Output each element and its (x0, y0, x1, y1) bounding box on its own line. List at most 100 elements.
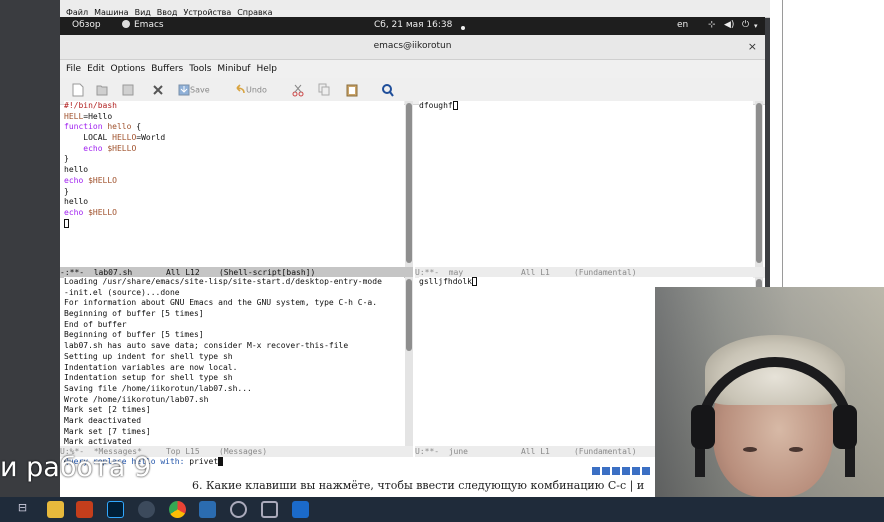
window-titlebar[interactable]: emacs@iikorotun × (60, 35, 765, 60)
code-token: =Hello (83, 111, 113, 121)
cut-icon[interactable] (292, 83, 304, 99)
may-buffer-text: dfoughf (419, 101, 453, 110)
code-line: hello (64, 165, 404, 176)
task-view-icon[interactable]: ⊟ (14, 501, 31, 518)
message-line: For information about GNU Emacs and the … (64, 298, 378, 308)
open-file-icon[interactable] (96, 83, 108, 99)
code-line: echo $HELLO (64, 208, 404, 219)
power-icon[interactable]: ⏻ (742, 20, 749, 30)
code-token: $HELLO (88, 175, 117, 185)
menu-buffers[interactable]: Buffers (151, 60, 183, 78)
volume-icon[interactable]: ◀) (724, 20, 734, 30)
menu-edit[interactable]: Edit (87, 60, 104, 78)
message-line: Beginning of buffer [5 times] (64, 330, 204, 340)
view-icon[interactable] (632, 467, 640, 475)
code-token: hello (64, 165, 89, 175)
view-icon[interactable] (592, 467, 600, 475)
clock-app-icon[interactable] (230, 501, 247, 518)
text-cursor (218, 457, 224, 466)
vm-menu-item[interactable]: Устройства (183, 8, 231, 17)
menu-help[interactable]: Help (256, 60, 277, 78)
app-menu-label: Emacs (134, 20, 164, 30)
message-line: Wrote /home/iikorotun/lab07.sh (64, 394, 209, 404)
code-token: echo (64, 207, 84, 217)
virtualbox-icon[interactable] (292, 501, 309, 518)
view-icon[interactable] (622, 467, 630, 475)
file-explorer-icon[interactable] (47, 501, 64, 518)
network-icon[interactable]: ⊹ (708, 20, 716, 30)
code-token: =World (136, 133, 166, 143)
document-question-text: 6. Какие клавиши вы нажмёте, чтобы ввест… (192, 479, 645, 492)
vm-menu-item[interactable]: Ввод (157, 8, 178, 17)
new-file-icon[interactable] (72, 83, 84, 99)
code-line: HELL=Hello (64, 112, 404, 123)
slide-title: и работа 9 (0, 452, 152, 483)
code-token: function (64, 122, 103, 132)
vm-side-area (770, 0, 884, 290)
scrollbar-lab07[interactable] (405, 101, 413, 267)
webcam-person-eye (789, 447, 803, 452)
view-icon[interactable] (602, 467, 610, 475)
close-icon[interactable]: × (748, 40, 757, 53)
activities-button[interactable]: Обзор (72, 20, 101, 30)
code-token: echo (83, 143, 103, 153)
keyboard-layout[interactable]: en (677, 20, 688, 30)
minibuffer-input[interactable]: privet (189, 457, 218, 466)
emacs-menubar: File Edit Options Buffers Tools Minibuf Help (60, 60, 765, 78)
editor-pane-may[interactable]: dfoughf (419, 101, 753, 267)
menu-file[interactable]: File (66, 60, 81, 78)
copy-icon[interactable] (318, 83, 330, 99)
code-line: echo $HELLO (64, 176, 404, 187)
vm-menu-item[interactable]: Файл (66, 8, 88, 17)
menu-options[interactable]: Options (111, 60, 146, 78)
save-buffer-icon[interactable] (122, 83, 134, 99)
message-line: Indentation variables are now local. (64, 362, 238, 372)
editor-pane-lab07[interactable]: #!/bin/bash HELL=Hello function hello { LO… (64, 101, 404, 267)
notification-dot-icon (461, 24, 465, 34)
menu-minibuf[interactable]: Minibuf (217, 60, 250, 78)
search-icon[interactable] (382, 83, 394, 99)
message-line: Saving file /home/iikorotun/lab07.sh... (64, 383, 252, 393)
scrollbar-may[interactable] (755, 101, 763, 267)
save-button[interactable]: Save (178, 83, 210, 99)
document-view-controls (592, 467, 652, 477)
gnome-top-bar: Обзор Emacs Сб, 21 мая 16:38 en ⊹ ◀) ⏻ ▾ (60, 17, 765, 35)
message-line: Mark set [2 times] (64, 405, 151, 415)
steam-icon[interactable] (199, 501, 216, 518)
message-line: Mark set [7 times] (64, 426, 151, 436)
code-line: } (64, 154, 404, 165)
app-menu-button[interactable]: Emacs (122, 20, 164, 30)
message-line: Indentation setup for shell type sh (64, 373, 233, 383)
system-menu-arrow-icon[interactable]: ▾ (754, 22, 758, 30)
chrome-icon[interactable] (169, 501, 186, 518)
vm-menu-item[interactable]: Машина (94, 8, 128, 17)
vm-side-divider (782, 0, 783, 290)
message-line: Setting up indent for shell type sh (64, 351, 233, 361)
cube-app-icon[interactable] (261, 501, 278, 518)
june-buffer-text: gslljfhdolk (419, 277, 472, 286)
vm-menubar: Файл Машина Вид Ввод Устройства Справка (60, 0, 770, 18)
powerpoint-icon[interactable] (76, 501, 93, 518)
webcam-person-eye (743, 447, 757, 452)
headphone-cup-left (691, 405, 715, 449)
vm-menu-item[interactable]: Справка (237, 8, 272, 17)
code-token: hello (64, 197, 89, 207)
menu-tools[interactable]: Tools (189, 60, 211, 78)
kill-buffer-icon[interactable] (152, 83, 164, 99)
code-token: hello (107, 122, 132, 132)
undo-button[interactable]: Undo (234, 83, 267, 99)
photoshop-icon[interactable] (107, 501, 124, 518)
code-line: LOCAL HELLO=World (64, 133, 404, 144)
view-icon[interactable] (642, 467, 650, 475)
messages-pane[interactable]: Loading /usr/share/emacs/site-lisp/site-… (64, 277, 404, 447)
text-cursor (471, 277, 477, 286)
code-token: #!/bin/bash (64, 101, 117, 110)
view-icon[interactable] (612, 467, 620, 475)
app-icon[interactable] (138, 501, 155, 518)
window-title: emacs@iikorotun (373, 41, 452, 51)
clock[interactable]: Сб, 21 мая 16:38 (374, 20, 452, 30)
vm-menu-item[interactable]: Вид (135, 8, 151, 17)
paste-icon[interactable] (346, 83, 358, 99)
scrollbar-messages[interactable] (405, 277, 413, 447)
